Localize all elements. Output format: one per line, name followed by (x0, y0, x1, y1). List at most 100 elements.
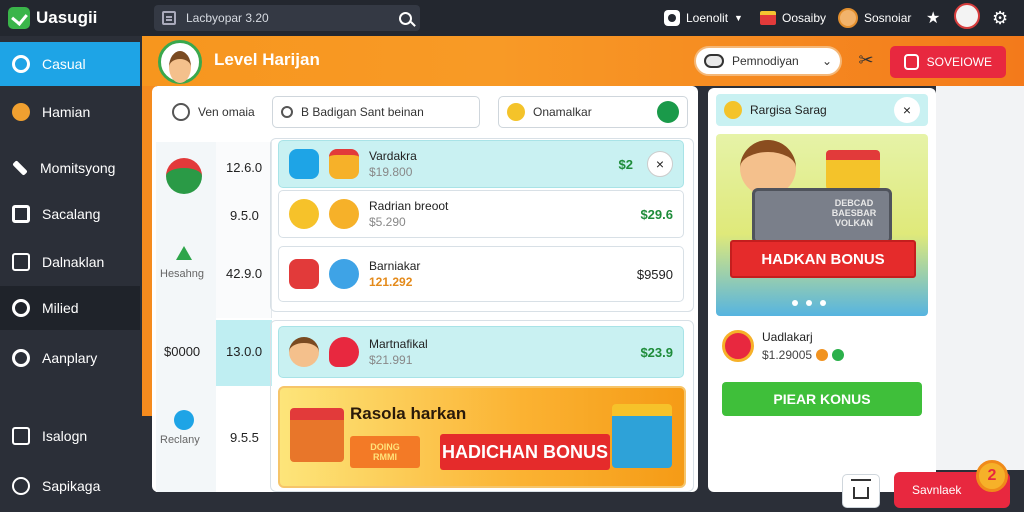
row-number: 13.0.0 (226, 344, 263, 359)
row-number: 9.5.0 (230, 208, 259, 223)
home-button[interactable] (842, 474, 880, 508)
gift-icon (166, 158, 202, 194)
gear-icon: ⚙ (992, 7, 1009, 28)
check-icon (174, 410, 194, 430)
user-menu[interactable]: Loenolit ▼ (664, 6, 743, 30)
view-filter[interactable]: Ven omaia (164, 96, 268, 128)
gift-box-icon (289, 259, 319, 289)
promo-item-price: $1.29005 (762, 348, 813, 362)
gift-box-icon (612, 404, 672, 468)
compass-icon (172, 103, 190, 121)
tree-icon (176, 246, 192, 260)
user-name: Loenolit (686, 11, 729, 25)
sidebar-item-label: Dalnaklan (42, 254, 105, 270)
row-number: 42.9.0 (226, 266, 263, 281)
sidebar-item-milied[interactable]: Milied (0, 286, 140, 330)
promo-item[interactable]: Uadlakarj $1.29005 (722, 326, 922, 366)
search-icon (281, 106, 293, 118)
sidebar-item-momitsyong[interactable]: Momitsyong (0, 146, 140, 190)
sidebar-item-aanplary[interactable]: Aanplary (0, 336, 140, 380)
promo-header: Rargisa Sarag × (716, 94, 928, 126)
star-icon: ★ (926, 10, 941, 27)
header-action-button[interactable]: SOVEIOWE (890, 46, 1006, 78)
smile-icon (507, 103, 525, 121)
category-label: Onamalkar (533, 105, 592, 119)
help-icon (12, 477, 30, 495)
gift-menu[interactable]: Oosaiby (760, 6, 826, 30)
bonus-title: Rasola harkan (350, 404, 467, 423)
screen-icon (12, 253, 30, 271)
bonus-tag: DOING RMMI (350, 436, 420, 468)
item-name: Barniakar (369, 259, 421, 273)
top-search-input[interactable]: Lacbyopar 3.20 (154, 5, 420, 31)
logo-check-icon (8, 7, 30, 29)
profile-label: Sosnoiar (864, 11, 912, 25)
save-label: Savnlaek (912, 483, 962, 497)
list-item[interactable]: Vardakra $19.800 $2 × (278, 140, 684, 188)
balloon-icon (329, 337, 359, 367)
coin-icon (816, 349, 829, 361)
cloud-icon (704, 54, 724, 68)
header-action-label: SOVEIOWE (926, 55, 992, 69)
carousel-dot[interactable] (792, 300, 798, 306)
sidebar-item-label: Isalogn (42, 428, 88, 444)
list-item[interactable]: Barniakar 121.292 $9590 (278, 246, 684, 302)
sidebar-item-hamian[interactable]: Hamian (0, 90, 140, 134)
avatar-icon (289, 337, 319, 367)
tag-label: Hesahng (160, 268, 205, 280)
item-sub: 121.292 (369, 275, 413, 289)
list-item[interactable]: Martnafikal $21.991 $23.9 (278, 326, 684, 378)
page-title: Level Harijan (214, 50, 320, 69)
sidebar-item-sacalang[interactable]: Sacalang (0, 192, 140, 236)
category-select[interactable]: Onamalkar (498, 96, 688, 128)
avatar-button[interactable] (954, 3, 980, 29)
confirm-icon[interactable] (657, 101, 679, 123)
prize-icon (722, 330, 754, 362)
sidebar-item-label: Momitsyong (40, 160, 116, 176)
app-title: Uasugii (36, 8, 98, 27)
item-sub: $21.991 (369, 353, 413, 367)
search-icon[interactable] (399, 11, 412, 25)
document-icon (162, 11, 176, 25)
play-icon (832, 349, 845, 361)
gift-label: Oosaiby (782, 11, 827, 25)
sidebar-item-sapikaga[interactable]: Sapikaga (0, 464, 140, 508)
app-logo[interactable]: Uasugii (8, 6, 97, 30)
claim-bonus-button[interactable]: PIEAR KONUS (722, 382, 922, 416)
carousel-dot[interactable] (820, 300, 826, 306)
settings-button[interactable]: ⚙ (992, 6, 1008, 30)
sidebar-item-label: Aanplary (42, 350, 98, 366)
item-price: $23.9 (640, 344, 673, 360)
bottom-tag: Reclany (160, 434, 200, 446)
carousel-dots[interactable] (792, 300, 826, 306)
avatar-icon (954, 3, 980, 29)
chevron-down-icon: ▼ (734, 13, 743, 23)
recommend-dropdown[interactable]: Pemnodiyan ⌄ (694, 46, 842, 76)
sidebar-item-label: Sacalang (42, 206, 101, 222)
level-avatar[interactable] (158, 40, 202, 84)
item-price: $2 (618, 156, 633, 172)
recommend-label: Pemnodiyan (732, 54, 799, 68)
promo-ribbon: HADKAN BONUS (730, 240, 916, 278)
chest-text: DEBCAD BAESBAR VOLKAN (831, 198, 877, 228)
carousel-dot[interactable] (806, 300, 812, 306)
item-sub: $5.290 (369, 215, 406, 229)
favorites-button[interactable]: ★ (926, 6, 940, 30)
close-icon[interactable]: × (894, 97, 920, 123)
profile-menu[interactable]: Sosnoiar (838, 6, 911, 30)
view-filter-label: Ven omaia (198, 105, 255, 119)
search-input[interactable]: B Badigan Sant beinan (272, 96, 480, 128)
smile-icon (724, 101, 742, 119)
notification-badge[interactable]: 2 (976, 460, 1008, 492)
pencil-icon (12, 160, 28, 176)
list-item[interactable]: Radrian breoot $5.290 $29.6 (278, 190, 684, 238)
sidebar-item-dalnaklan[interactable]: Dalnaklan (0, 240, 140, 284)
palette-icon (12, 103, 30, 121)
sidebar-item-label: Hamian (42, 104, 91, 120)
sidebar-item-casual[interactable]: Casual (0, 42, 140, 86)
sidebar-item-isalogn[interactable]: Isalogn (0, 414, 140, 458)
close-icon[interactable]: × (647, 151, 673, 177)
gift-box-icon (290, 408, 344, 462)
gift-box-icon (826, 150, 880, 190)
tools-button[interactable]: ✂ (852, 46, 880, 74)
